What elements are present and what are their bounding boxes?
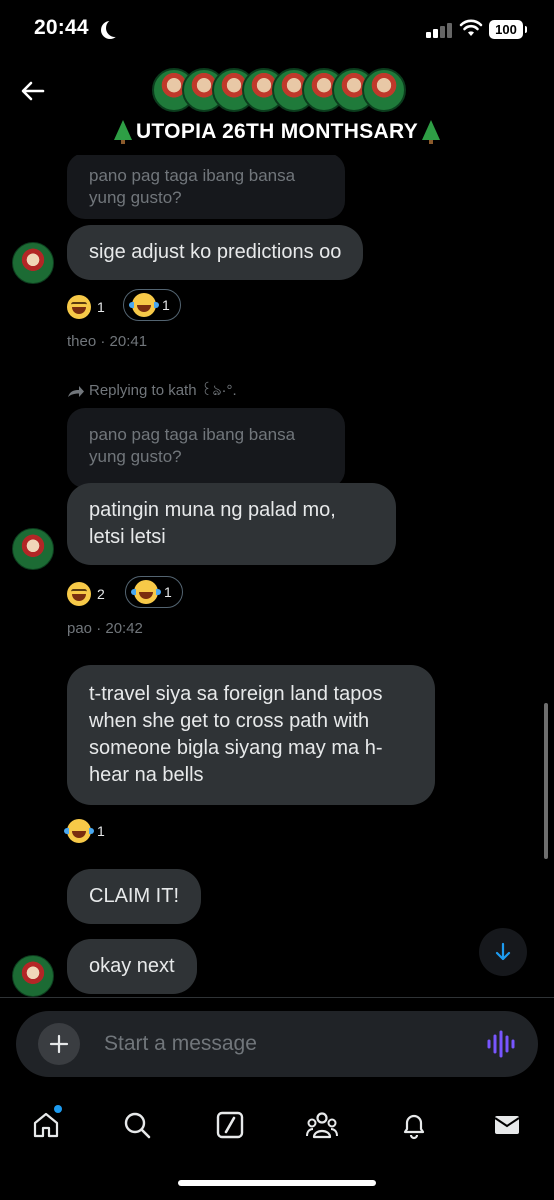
home-icon bbox=[33, 1112, 59, 1138]
avatar[interactable] bbox=[12, 528, 54, 570]
communities-icon bbox=[306, 1112, 338, 1139]
home-indicator[interactable] bbox=[178, 1180, 376, 1186]
scrollbar[interactable] bbox=[544, 703, 548, 859]
message-thread[interactable]: pano pag taga ibang bansa yung gusto? si… bbox=[0, 155, 554, 997]
quoted-message[interactable]: pano pag taga ibang bansa yung gusto? bbox=[67, 408, 345, 488]
laughing-emoji-icon bbox=[67, 582, 91, 606]
battery-indicator: 100 bbox=[489, 20, 527, 39]
add-attachment-button[interactable] bbox=[38, 1023, 80, 1065]
tab-home[interactable] bbox=[26, 1105, 66, 1145]
bell-icon bbox=[403, 1114, 425, 1140]
tab-messages[interactable] bbox=[487, 1105, 527, 1145]
reaction-count: 1 bbox=[162, 297, 170, 313]
christmas-tree-icon bbox=[422, 120, 441, 144]
grok-icon bbox=[216, 1111, 244, 1139]
reaction-tears-of-joy[interactable]: 1 bbox=[125, 576, 183, 608]
conversation-header: UTOPIA 26TH MONTHSARY bbox=[0, 60, 554, 155]
message-bubble[interactable]: t-travel siya sa foreign land tapos when… bbox=[67, 665, 435, 805]
group-title-text: UTOPIA 26TH MONTHSARY bbox=[135, 120, 419, 143]
avatar[interactable] bbox=[12, 242, 54, 284]
wifi-icon bbox=[459, 19, 483, 36]
scroll-to-bottom-button[interactable] bbox=[479, 928, 527, 976]
reaction-count: 1 bbox=[97, 299, 105, 315]
voice-message-icon[interactable] bbox=[486, 1029, 516, 1059]
tab-grok[interactable] bbox=[210, 1105, 250, 1145]
reaction-tears-of-joy[interactable]: 1 bbox=[123, 289, 181, 321]
back-arrow-icon[interactable] bbox=[18, 76, 48, 106]
christmas-tree-icon bbox=[113, 120, 132, 144]
status-bar: 20:44 100 bbox=[0, 0, 554, 60]
message-input[interactable] bbox=[104, 1029, 464, 1059]
reaction-count: 2 bbox=[97, 586, 105, 602]
message-meta: theo · 20:41 bbox=[67, 333, 148, 350]
laughing-emoji-icon bbox=[67, 295, 91, 319]
member-avatar bbox=[362, 68, 406, 112]
message-bubble[interactable]: sige adjust ko predictions oo bbox=[67, 225, 364, 280]
bottom-tab-bar bbox=[0, 1089, 554, 1200]
cellular-signal-icon bbox=[426, 22, 452, 38]
reaction-tears-of-joy[interactable]: 1 bbox=[64, 819, 105, 843]
reply-arrow-icon bbox=[68, 385, 84, 397]
search-icon bbox=[124, 1112, 151, 1139]
group-title[interactable]: UTOPIA 26TH MONTHSARY bbox=[0, 120, 554, 144]
tears-of-joy-emoji-icon bbox=[129, 293, 159, 317]
moon-icon bbox=[106, 19, 124, 37]
tab-communities[interactable] bbox=[302, 1105, 342, 1145]
message-composer bbox=[16, 1011, 538, 1077]
avatar[interactable] bbox=[12, 955, 54, 997]
reaction-count: 1 bbox=[97, 823, 105, 839]
message-meta: pao · 20:42 bbox=[67, 620, 143, 637]
home-notification-dot bbox=[54, 1105, 62, 1113]
reaction-laughing[interactable]: 2 bbox=[67, 582, 105, 606]
reaction-count: 1 bbox=[164, 584, 172, 600]
reply-label: Replying to kath ꒰ঌ·°. bbox=[89, 382, 237, 399]
message-bubble[interactable]: okay next bbox=[67, 939, 197, 994]
arrow-down-icon bbox=[495, 942, 511, 961]
composer-area bbox=[0, 997, 554, 1089]
reply-context: Replying to kath ꒰ঌ·°. bbox=[67, 379, 237, 404]
message-bubble[interactable]: patingin muna ng palad mo, letsi letsi bbox=[67, 483, 396, 565]
envelope-icon bbox=[494, 1116, 520, 1134]
plus-icon bbox=[49, 1034, 69, 1054]
message-bubble[interactable]: CLAIM IT! bbox=[67, 869, 202, 924]
status-time: 20:44 bbox=[34, 16, 89, 39]
tears-of-joy-emoji-icon bbox=[64, 819, 94, 843]
tears-of-joy-emoji-icon bbox=[131, 580, 161, 604]
tab-search[interactable] bbox=[117, 1105, 157, 1145]
group-avatar-stack[interactable] bbox=[152, 68, 406, 112]
quoted-message[interactable]: pano pag taga ibang bansa yung gusto? bbox=[67, 155, 345, 219]
reaction-laughing[interactable]: 1 bbox=[67, 295, 105, 319]
tab-notifications[interactable] bbox=[394, 1105, 434, 1145]
